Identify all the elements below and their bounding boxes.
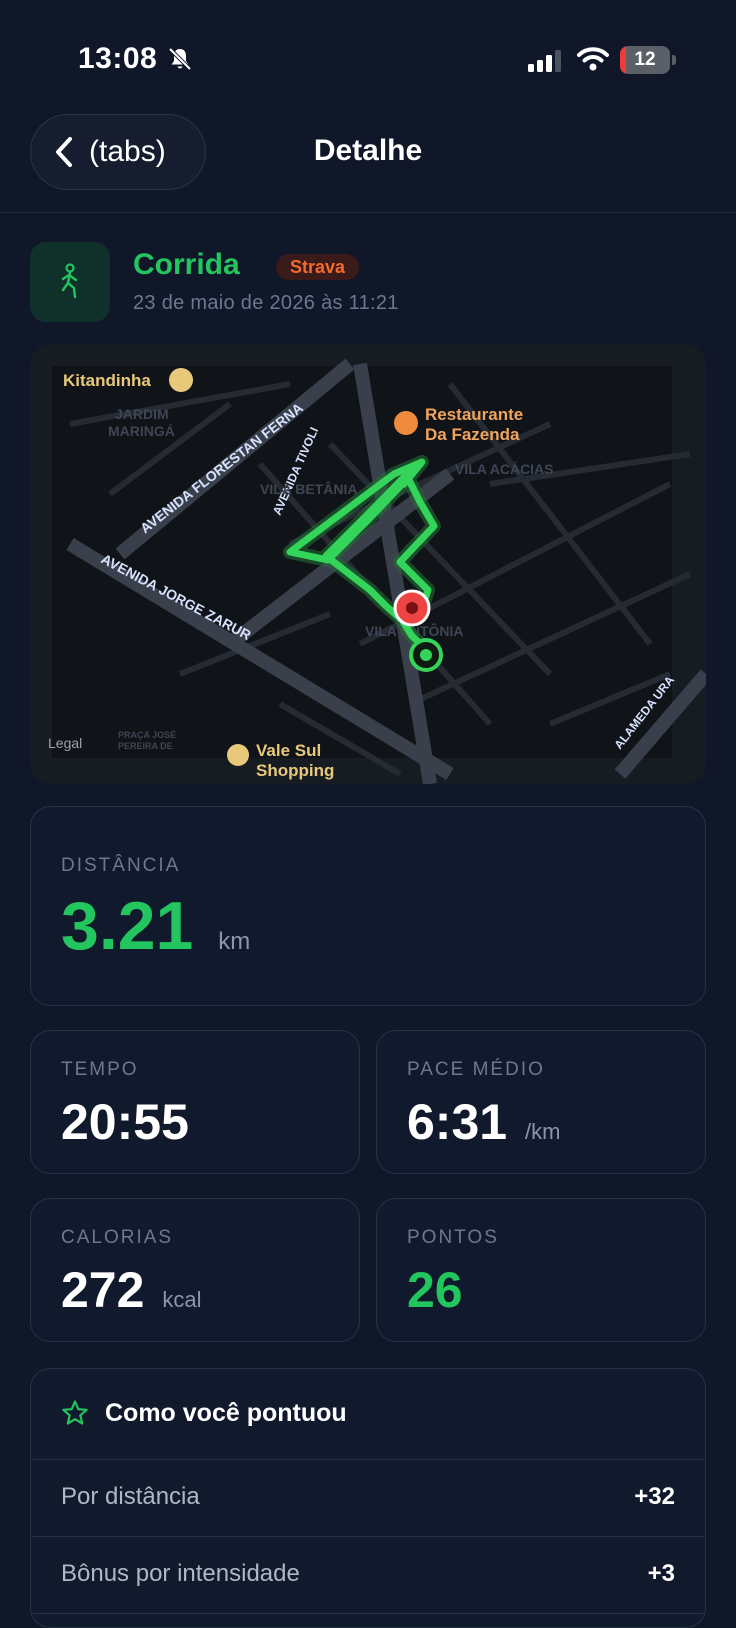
activity-type: Corrida — [133, 248, 240, 281]
map-label-restaurante-2: Da Fazenda — [425, 425, 520, 444]
distance-value: 3.21 km — [61, 887, 250, 965]
calories-value: 272 kcal — [61, 1261, 201, 1319]
source-badge: Strava — [276, 254, 360, 280]
time-card: TEMPO 20:55 — [30, 1030, 360, 1174]
score-row-label: Bônus por intensidade — [61, 1560, 300, 1587]
score-row-value: +32 — [634, 1483, 675, 1510]
points-value: 26 — [407, 1262, 463, 1318]
bell-slash-icon — [168, 47, 192, 71]
map-label-maringa: MARINGÁ — [108, 423, 175, 439]
battery-indicator: 12 — [620, 46, 670, 74]
pace-number: 6:31 — [407, 1094, 508, 1150]
distance-number: 3.21 — [61, 888, 194, 964]
map-label-jardim: JARDIM — [115, 406, 169, 422]
activity-icon-box — [30, 242, 110, 322]
pace-card: PACE MÉDIO 6:31 /km — [376, 1030, 706, 1174]
activity-date: 23 de maio de 2026 às 11:21 — [133, 292, 399, 314]
map-label-vila-betania: VILA BETÂNIA — [260, 480, 357, 497]
map-canvas: Kitandinha JARDIM MARINGÁ AVENIDA FLORES… — [30, 344, 706, 784]
points-card: PONTOS 26 — [376, 1198, 706, 1342]
map-label-vale-sul-1: Vale Sul — [256, 741, 321, 760]
map-label-restaurante-1: Restaurante — [425, 405, 523, 424]
wifi-icon — [577, 47, 609, 71]
scoring-title: Como você pontuou — [105, 1399, 347, 1427]
score-row-label: Por distância — [61, 1483, 200, 1510]
star-icon — [62, 1400, 88, 1425]
status-bar: 13:08 12 — [0, 0, 736, 120]
route-map[interactable]: Kitandinha JARDIM MARINGÁ AVENIDA FLORES… — [30, 344, 706, 784]
runner-icon — [61, 263, 78, 299]
shopping-icon — [227, 744, 249, 766]
restaurant-icon — [394, 411, 418, 435]
map-label-legal: Legal — [48, 735, 82, 751]
pace-unit: /km — [524, 1119, 561, 1144]
points-label: PONTOS — [407, 1227, 499, 1248]
map-label-kitandinha: Kitandinha — [63, 371, 151, 390]
distance-label: DISTÂNCIA — [61, 855, 181, 876]
navigation-bar: (tabs) Detalhe — [0, 112, 736, 213]
map-label-vila-acacias: VILA ACÁCIAS — [455, 461, 554, 477]
calories-label: CALORIAS — [61, 1227, 174, 1248]
score-row: Por distância +32 — [31, 1459, 705, 1537]
scoring-card: Como você pontuou Por distância +32 Bônu… — [30, 1368, 706, 1628]
score-row: Bônus por intensidade +3 — [31, 1536, 705, 1614]
calories-number: 272 — [61, 1262, 145, 1318]
signal-icon — [528, 50, 561, 72]
status-time: 13:08 — [78, 42, 158, 75]
battery-text: 12 — [634, 49, 656, 70]
score-row-value: +3 — [647, 1560, 675, 1587]
pace-label: PACE MÉDIO — [407, 1059, 545, 1080]
distance-unit: km — [218, 928, 251, 955]
time-label: TEMPO — [61, 1059, 139, 1080]
map-label-vale-sul-2: Shopping — [256, 761, 334, 780]
end-marker — [393, 589, 431, 627]
battery-nub — [672, 55, 676, 65]
pace-value: 6:31 /km — [407, 1093, 560, 1151]
map-label-praca-1: PRAÇA JOSÉ — [118, 730, 176, 740]
map-label-praca-2: PEREIRA DE — [118, 741, 173, 751]
activity-header: Corrida Strava 23 de maio de 2026 às 11:… — [30, 242, 706, 324]
calories-card: CALORIAS 272 kcal — [30, 1198, 360, 1342]
basket-icon — [169, 368, 193, 392]
calories-unit: kcal — [162, 1287, 202, 1312]
page-title: Detalhe — [313, 134, 423, 167]
scoring-header: Como você pontuou — [31, 1369, 705, 1460]
time-value: 20:55 — [61, 1094, 189, 1150]
distance-card: DISTÂNCIA 3.21 km — [30, 806, 706, 1006]
start-marker — [409, 638, 443, 672]
